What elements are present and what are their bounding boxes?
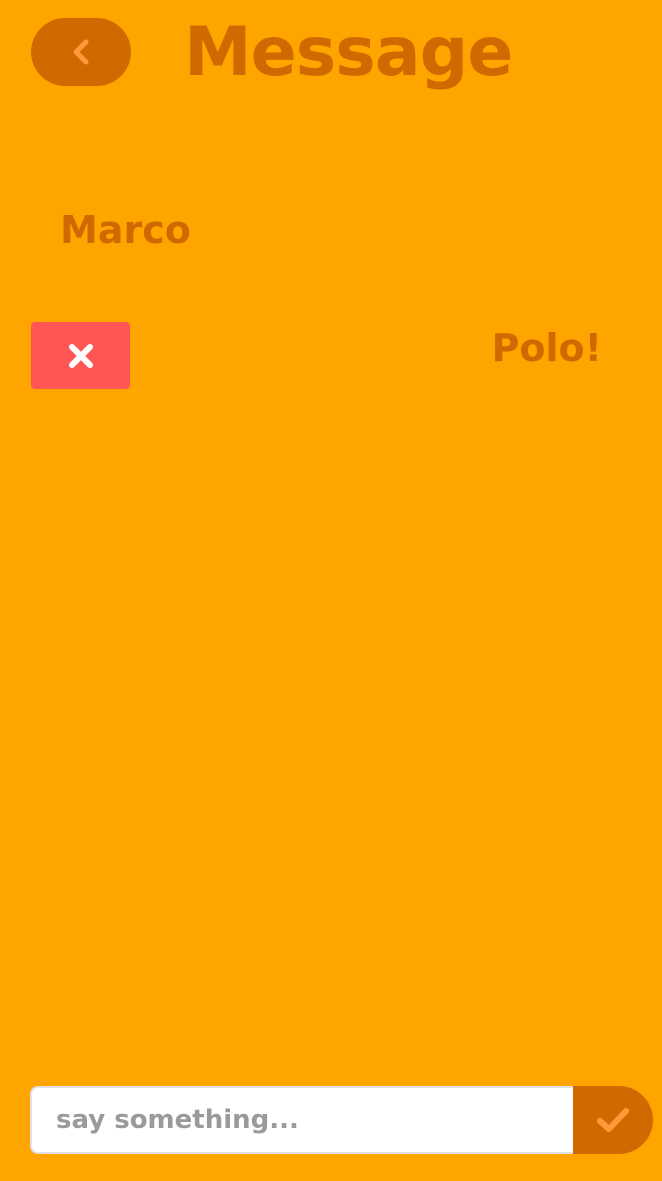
checkmark-icon	[596, 1106, 630, 1134]
back-button[interactable]	[31, 18, 131, 86]
message-sent: Polo!	[491, 326, 602, 370]
page-title: Message	[184, 13, 513, 92]
send-button[interactable]	[573, 1086, 653, 1154]
close-icon	[68, 343, 94, 369]
message-composer	[30, 1086, 653, 1154]
delete-message-button[interactable]	[31, 322, 130, 389]
chevron-left-icon	[70, 38, 92, 66]
message-input[interactable]	[30, 1086, 573, 1154]
message-received: Marco	[60, 208, 191, 252]
